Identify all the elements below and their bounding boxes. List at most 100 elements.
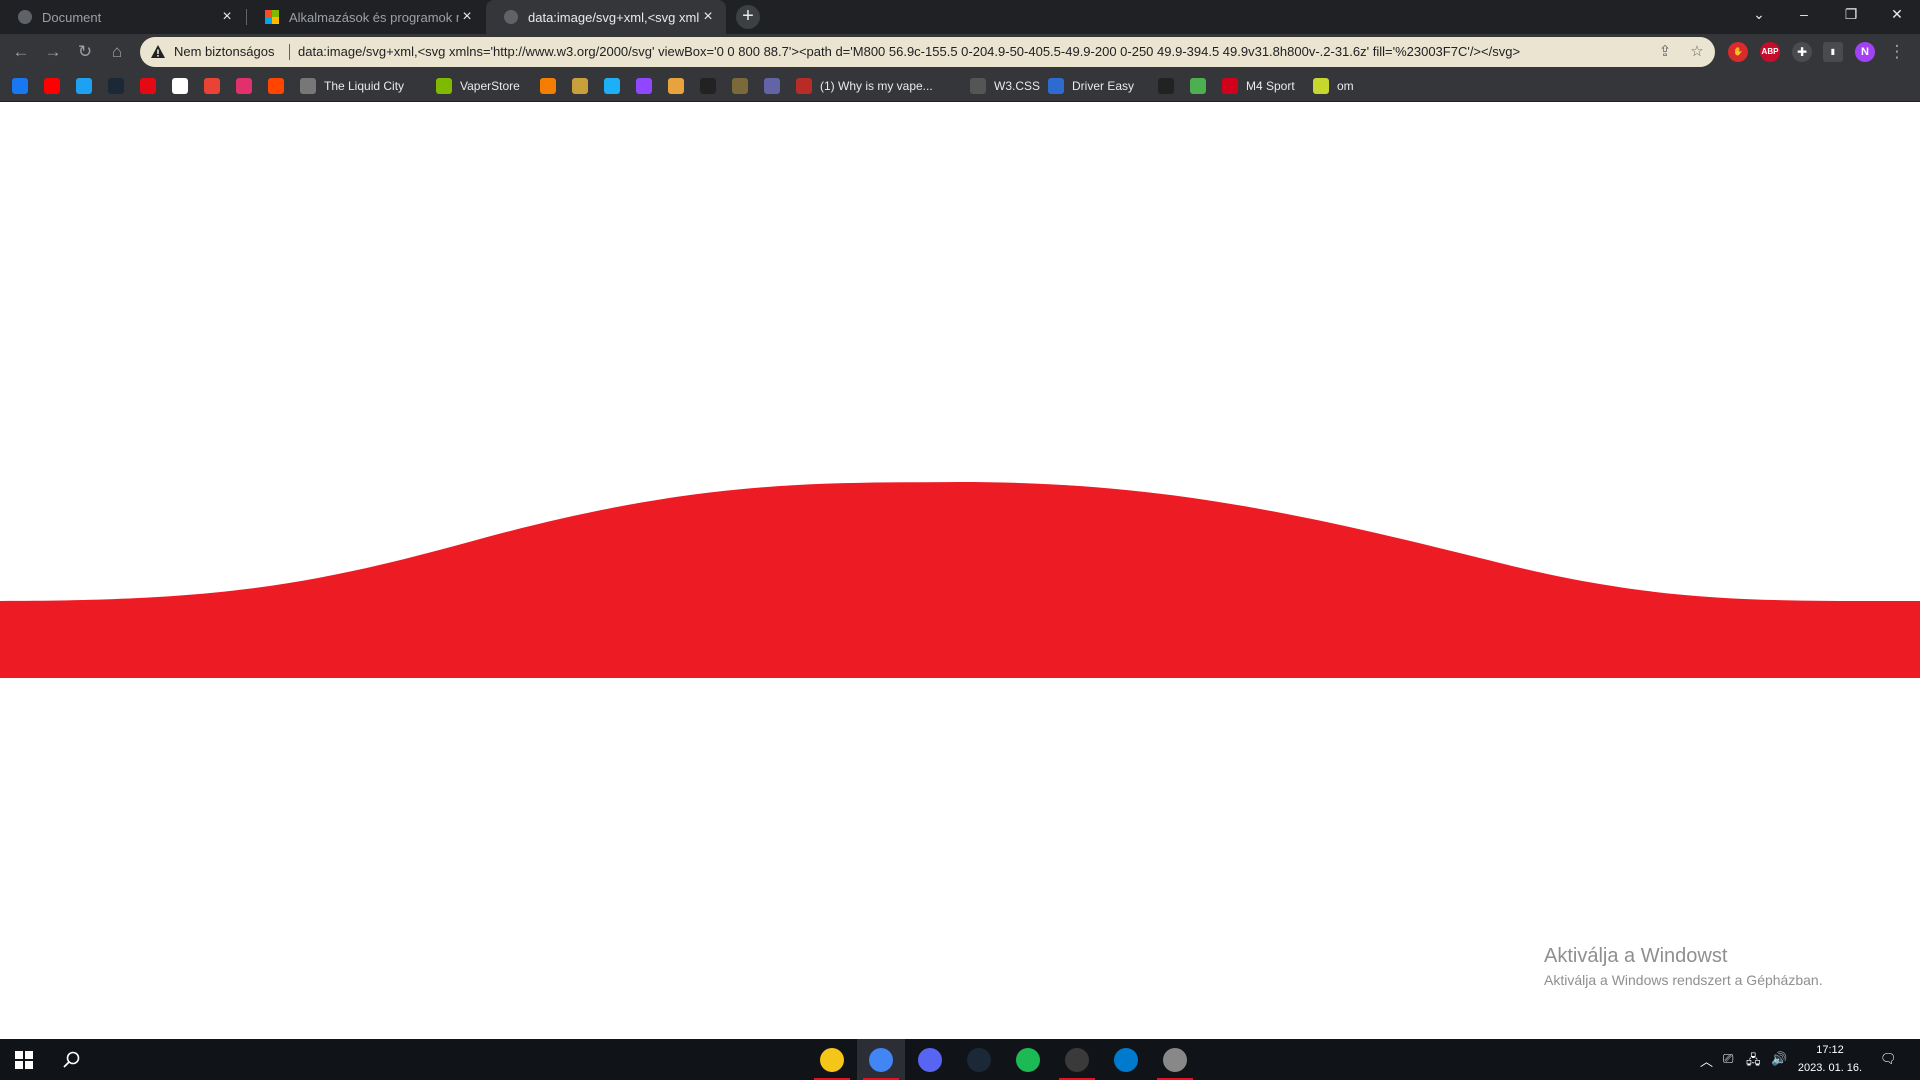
meet-now-icon[interactable]: ⎚ bbox=[1723, 1051, 1733, 1067]
bookmark-item[interactable]: (1) Why is my vape... bbox=[796, 70, 933, 102]
tab-data-svg[interactable]: data:image/svg+xml,<svg xmlns × bbox=[486, 0, 726, 34]
profile-avatar[interactable]: N bbox=[1855, 42, 1875, 62]
teams-icon bbox=[764, 78, 780, 94]
taskbar-discord[interactable] bbox=[906, 1039, 954, 1080]
menu-icon[interactable]: ⋮ bbox=[1886, 41, 1908, 63]
facebook-icon bbox=[12, 78, 28, 94]
bookmark-item[interactable]: om bbox=[1313, 70, 1354, 102]
close-icon[interactable]: × bbox=[700, 8, 716, 26]
bookmark-item[interactable]: W3.CSS bbox=[970, 70, 1040, 102]
taskbar-paint[interactable] bbox=[1151, 1039, 1199, 1080]
taskbar-vscode[interactable] bbox=[1102, 1039, 1150, 1080]
google-icon bbox=[172, 78, 188, 94]
bookmark-item[interactable] bbox=[732, 70, 748, 102]
clock-date: 2023. 01. 16. bbox=[1797, 1062, 1863, 1074]
bookmark-item[interactable] bbox=[76, 70, 92, 102]
taskbar-spotify[interactable] bbox=[1004, 1039, 1052, 1080]
driver-easy-icon bbox=[1048, 78, 1064, 94]
bookmark-item[interactable] bbox=[44, 70, 60, 102]
om-icon bbox=[1313, 78, 1329, 94]
forward-icon[interactable]: → bbox=[42, 41, 64, 63]
bookmark-label: M4 Sport bbox=[1246, 79, 1295, 93]
magnifier-icon bbox=[63, 1051, 80, 1068]
tab-apps-and-programs[interactable]: Alkalmazások és programok meg × bbox=[247, 0, 485, 34]
bookmarks-bar: The Liquid City VaperStore (1) Why is my v… bbox=[0, 70, 1920, 102]
bookmark-item[interactable] bbox=[172, 70, 188, 102]
extension-red-hand-icon[interactable]: ✋ bbox=[1728, 42, 1748, 62]
share-icon[interactable]: ⇪ bbox=[1655, 42, 1675, 62]
bookmark-label: (1) Why is my vape... bbox=[820, 79, 933, 93]
twitch-icon bbox=[636, 78, 652, 94]
bookmark-item[interactable]: VaperStore bbox=[436, 70, 520, 102]
bookmark-label: The Liquid City bbox=[324, 79, 405, 93]
bookmark-item[interactable] bbox=[764, 70, 780, 102]
m4-icon bbox=[1222, 78, 1238, 94]
system-clock[interactable]: 17:12 2023. 01. 16. bbox=[1790, 1041, 1870, 1077]
bookmark-item[interactable] bbox=[604, 70, 620, 102]
bookmark-item[interactable] bbox=[12, 70, 28, 102]
bookmark-item[interactable]: The Liquid City bbox=[300, 70, 404, 102]
bookmark-item[interactable] bbox=[572, 70, 588, 102]
vscode-icon bbox=[1114, 1047, 1138, 1072]
discord-icon bbox=[918, 1047, 942, 1072]
restore-button[interactable]: ❐ bbox=[1828, 0, 1874, 30]
watermark-title: Aktiválja a Windowst bbox=[1544, 945, 1728, 967]
globe-icon bbox=[504, 10, 518, 24]
bookmark-item[interactable] bbox=[140, 70, 156, 102]
side-panel-icon[interactable]: ▮ bbox=[1823, 42, 1843, 62]
extensions-puzzle-icon[interactable]: ✚ bbox=[1792, 42, 1812, 62]
close-window-button[interactable]: ✕ bbox=[1874, 0, 1920, 30]
close-icon[interactable]: × bbox=[459, 8, 475, 26]
tab-document[interactable]: Document × bbox=[0, 0, 245, 34]
network-icon[interactable]: 🖧 bbox=[1746, 1051, 1761, 1073]
tab-search-icon[interactable]: ⌄ bbox=[1736, 0, 1782, 30]
bookmark-item[interactable] bbox=[1190, 70, 1206, 102]
bookmark-item[interactable] bbox=[636, 70, 652, 102]
close-icon[interactable]: × bbox=[219, 8, 235, 26]
bookmark-item[interactable] bbox=[700, 70, 716, 102]
bookmark-item[interactable] bbox=[204, 70, 220, 102]
show-hidden-icons-icon[interactable]: ︿ bbox=[1700, 1051, 1713, 1070]
start-button[interactable] bbox=[0, 1039, 48, 1080]
bookmark-item[interactable] bbox=[268, 70, 284, 102]
character-icon bbox=[668, 78, 684, 94]
netflix-icon bbox=[140, 78, 156, 94]
blogger-icon bbox=[540, 78, 556, 94]
address-bar[interactable]: Nem biztonságos data:image/svg+xml,<svg … bbox=[140, 37, 1715, 67]
tab-strip: Document × Alkalmazások és programok meg… bbox=[0, 0, 1920, 34]
reload-icon[interactable]: ↻ bbox=[74, 41, 96, 63]
taskbar: ︿ ⎚ 🖧 🔊 17:12 2023. 01. 16. 🗨 bbox=[0, 1039, 1920, 1080]
back-icon[interactable]: ← bbox=[10, 41, 32, 63]
new-tab-button[interactable]: + bbox=[736, 5, 760, 29]
home-icon[interactable]: ⌂ bbox=[106, 41, 128, 63]
app-installer-icon bbox=[1065, 1047, 1089, 1072]
taskbar-steam[interactable] bbox=[955, 1039, 1003, 1080]
reddit-icon bbox=[268, 78, 284, 94]
bookmark-item[interactable] bbox=[668, 70, 684, 102]
sb-icon bbox=[572, 78, 588, 94]
bookmark-item[interactable] bbox=[108, 70, 124, 102]
paint-icon bbox=[1163, 1047, 1187, 1072]
clock-time: 17:12 bbox=[1816, 1044, 1844, 1056]
security-indicator[interactable]: Nem biztonságos bbox=[174, 44, 274, 59]
search-icon[interactable] bbox=[48, 1039, 96, 1080]
url-text[interactable]: data:image/svg+xml,<svg xmlns='http://ww… bbox=[298, 44, 1598, 59]
bookmark-item[interactable]: Driver Easy bbox=[1048, 70, 1134, 102]
globe-icon bbox=[18, 10, 32, 24]
notifications-icon[interactable]: 🗨 bbox=[1880, 1051, 1897, 1067]
minimize-button[interactable]: – bbox=[1781, 0, 1827, 30]
bookmark-item[interactable]: M4 Sport bbox=[1222, 70, 1295, 102]
star-icon[interactable]: ☆ bbox=[1687, 42, 1707, 62]
bookmark-item[interactable] bbox=[236, 70, 252, 102]
taskbar-app-installer[interactable] bbox=[1053, 1039, 1101, 1080]
volume-icon[interactable]: 🔊 bbox=[1771, 1051, 1787, 1067]
watermark-subtitle: Aktiválja a Windows rendszert a Gépházba… bbox=[1544, 972, 1823, 988]
adblock-plus-icon[interactable]: ABP bbox=[1760, 42, 1780, 62]
taskbar-file-explorer[interactable] bbox=[808, 1039, 856, 1080]
bookmark-item[interactable] bbox=[540, 70, 556, 102]
bookmark-item[interactable] bbox=[1158, 70, 1174, 102]
taskbar-chrome[interactable] bbox=[857, 1039, 905, 1080]
square-icon bbox=[700, 78, 716, 94]
tab-title: data:image/svg+xml,<svg xmlns bbox=[528, 9, 700, 25]
divider bbox=[289, 44, 290, 60]
